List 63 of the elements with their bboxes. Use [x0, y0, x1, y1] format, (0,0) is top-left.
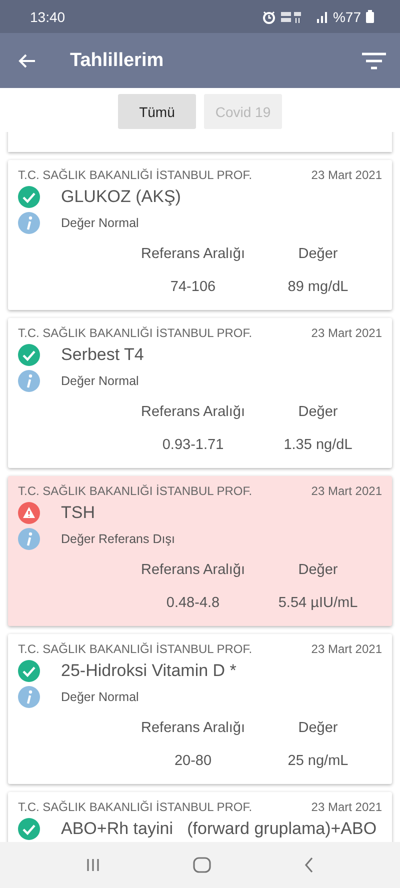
result-date: 23 Mart 2021	[311, 484, 382, 498]
reference-range: 0.48-4.8	[165, 595, 221, 611]
institution-name: T.C. SAĞLIK BAKANLIĞI İSTANBUL PROF.	[18, 484, 252, 498]
result-card[interactable]: T.C. SAĞLIK BAKANLIĞI İSTANBUL PROF. 23 Mart 2021 Serbest T4 Değer Normal Referans Aralığı Değer 0.93-1.71 1.35 ng/dL	[8, 318, 392, 468]
filter-tab[interactable]: Tümü	[118, 94, 196, 129]
result-date: 23 Mart 2021	[311, 326, 382, 340]
status-text: Değer Normal	[61, 690, 139, 704]
battery-icon	[366, 10, 374, 23]
result-card[interactable]: T.C. SAĞLIK BAKANLIĞI İSTANBUL PROF. 23 Mart 2021 25-Hidroksi Vitamin D * Değer Normal Referans Aralığı Değer 20-80 25 ng/mL	[8, 634, 392, 784]
test-name: TSH	[61, 503, 95, 523]
result-date: 23 Mart 2021	[311, 642, 382, 656]
column-label: Referans Aralığı	[140, 720, 246, 736]
info-icon	[18, 686, 40, 708]
test-name: 25-Hidroksi Vitamin D *	[61, 661, 236, 681]
institution-name: T.C. SAĞLIK BAKANLIĞI İSTANBUL PROF.	[18, 642, 252, 656]
column-label: Referans Aralığı	[140, 246, 246, 262]
battery-percent: %77	[332, 8, 361, 24]
page-title: Tahlillerim	[70, 50, 165, 72]
result-value: 25 ng/mL	[286, 753, 350, 769]
column-label: Değer	[297, 720, 339, 736]
result-card[interactable]: T.C. SAĞLIK BAKANLIĞI İSTANBUL PROF. 23 Mart 2021 GLUKOZ (AKŞ) Değer Normal Referans Aralığı Değer 74-106 89 mg/dL	[8, 160, 392, 310]
result-value: 5.54 µIU/mL	[277, 595, 359, 611]
info-icon	[18, 370, 40, 392]
filter-icon	[362, 52, 386, 70]
check-circle-icon	[18, 344, 40, 366]
institution-name: T.C. SAĞLIK BAKANLIĞI İSTANBUL PROF.	[18, 326, 252, 340]
institution-name: T.C. SAĞLIK BAKANLIĞI İSTANBUL PROF.	[18, 168, 252, 182]
reference-range: 74-106	[169, 279, 217, 295]
chevron-left-icon	[304, 857, 314, 873]
result-date: 23 Mart 2021	[311, 168, 382, 182]
info-icon	[18, 528, 40, 550]
result-date: 23 Mart 2021	[311, 800, 382, 814]
alarm-icon	[262, 10, 276, 24]
home-icon	[192, 857, 211, 873]
column-label: Referans Aralığı	[140, 562, 246, 578]
result-card[interactable]: T.C. SAĞLIK BAKANLIĞI İSTANBUL PROF. 23 Mart 2021 TSH Değer Referans Dışı Referans Aralığı Değer 0.48-4.8 5.54 µIU/mL	[8, 476, 392, 626]
back-arrow-icon	[18, 52, 36, 68]
test-name: ABO+Rh tayini (forward gruplama)+ABO	[61, 819, 377, 839]
column-label: Değer	[297, 246, 339, 262]
reference-range: 20-80	[173, 753, 213, 769]
reference-range: 0.93-1.71	[161, 437, 225, 453]
filter-button[interactable]	[362, 52, 386, 70]
check-circle-icon	[18, 660, 40, 682]
check-circle-icon	[18, 818, 40, 840]
status-text: Değer Referans Dışı	[61, 532, 175, 546]
result-value: 1.35 ng/dL	[282, 437, 354, 453]
result-value: 89 mg/dL	[286, 279, 350, 295]
warning-icon	[18, 502, 40, 524]
clock-time: 13:40	[30, 8, 66, 24]
column-label: Değer	[297, 404, 339, 420]
status-text: Değer Normal	[61, 216, 139, 230]
column-label: Referans Aralığı	[140, 404, 246, 420]
back-button[interactable]	[18, 52, 36, 68]
column-label: Değer	[297, 562, 339, 578]
test-name: Serbest T4	[61, 345, 144, 365]
status-text: Değer Normal	[61, 374, 139, 388]
check-circle-icon	[18, 186, 40, 208]
recent-apps-icon	[86, 858, 100, 872]
info-icon	[18, 212, 40, 234]
result-card[interactable]: T.C. SAĞLIK BAKANLIĞI İSTANBUL PROF. 23 Mart 2021 ABO+Rh tayini (forward gruplama)+ABO	[8, 792, 392, 842]
test-name: GLUKOZ (AKŞ)	[61, 187, 181, 207]
institution-name: T.C. SAĞLIK BAKANLIĞI İSTANBUL PROF.	[18, 800, 252, 814]
signal-icon	[316, 10, 328, 22]
